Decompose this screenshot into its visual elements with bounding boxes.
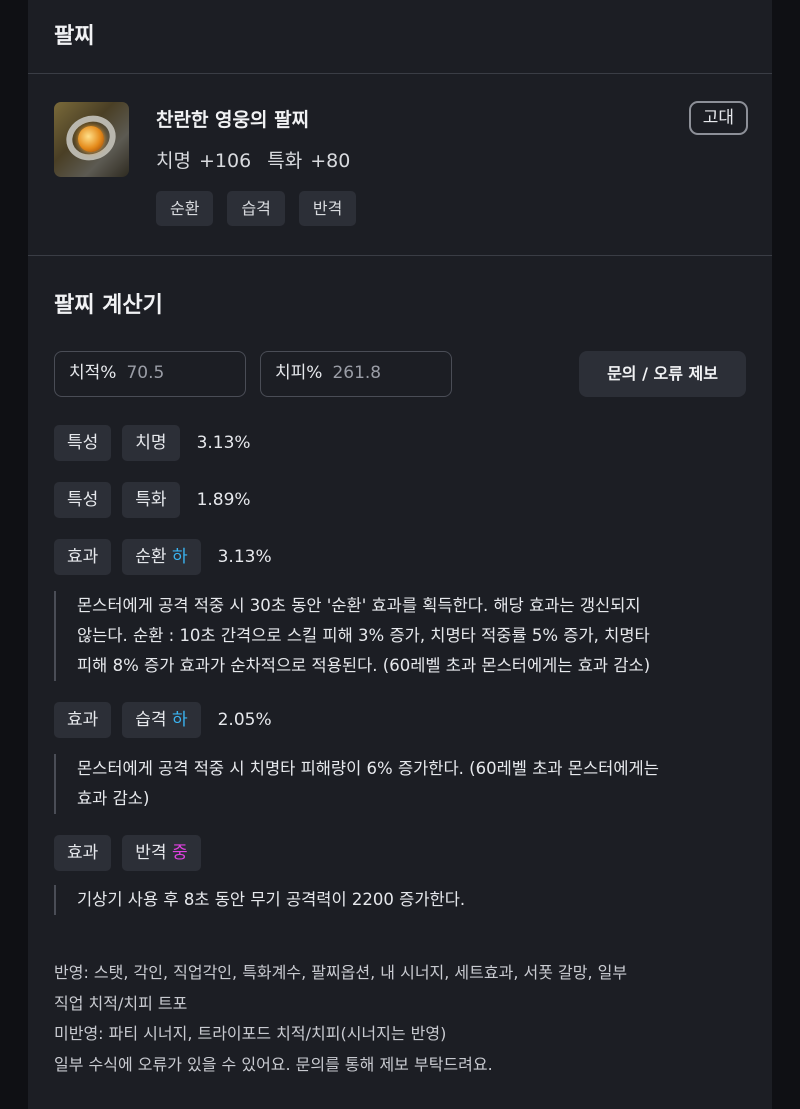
option-row: 효과 순환 하 3.13% (54, 539, 272, 575)
description-line: 몬스터에게 공격 적중 시 치명타 피해량이 6% 증가한다. (60레벨 초과… (77, 759, 659, 778)
description-line: 않는다. 순환 : 10초 간격으로 스킬 피해 3% 증가, 치명타 적중률 … (77, 626, 650, 645)
crit-rate-input[interactable]: 치적% 70.5 (54, 351, 246, 397)
tag-chip: 반격 (298, 191, 357, 226)
notes: 반영: 스탯, 각인, 직업각인, 특화계수, 팔찌옵션, 내 시너지, 세트효… (54, 958, 754, 1080)
report-button[interactable]: 문의 / 오류 제보 (579, 351, 746, 397)
option-name: 순환 (135, 547, 167, 567)
option-name: 습격 (135, 710, 167, 730)
tag-chip: 순환 (156, 191, 214, 226)
option-percent: 3.13% (217, 547, 272, 567)
option-level: 중 (171, 843, 188, 863)
option-type-chip: 효과 (54, 835, 112, 871)
option-type-chip: 효과 (54, 539, 112, 575)
bracelet-icon (54, 102, 129, 177)
option-name-chip: 특화 (122, 482, 180, 518)
bracelet-name: 찬란한 영웅의 팔찌 (156, 109, 310, 131)
option-type-chip: 특성 (54, 482, 112, 518)
description-line: 효과 감소) (77, 789, 150, 808)
description-line: 몬스터에게 공격 적중 시 30초 동안 '순환' 효과를 획득한다. 해당 효… (77, 596, 641, 615)
option-level: 하 (171, 710, 188, 730)
option-type-chip: 특성 (54, 425, 112, 461)
option-name: 반격 (135, 843, 167, 863)
calculator-title: 팔찌 계산기 (54, 293, 163, 318)
option-percent: 3.13% (196, 433, 251, 453)
tag-chip: 습격 (227, 191, 285, 226)
option-percent: 1.89% (196, 490, 251, 510)
bracelet-panel: 팔찌 찬란한 영웅의 팔찌 치명 +106 특화 +80 고대 순환 습격 반격… (28, 0, 772, 1109)
option-percent: 2.05% (217, 710, 272, 730)
crit-rate-value: 70.5 (126, 363, 165, 383)
crit-rate-label: 치적% (69, 363, 117, 383)
bracelet-stats: 치명 +106 특화 +80 (156, 150, 351, 172)
note-line: 반영: 스탯, 각인, 직업각인, 특화계수, 팔찌옵션, 내 시너지, 세트효… (54, 963, 628, 982)
section-title: 팔찌 (28, 0, 772, 74)
option-row: 효과 반격 중 (54, 835, 201, 871)
bracelet-card: 찬란한 영웅의 팔찌 치명 +106 특화 +80 고대 순환 습격 반격 (28, 74, 772, 256)
option-row: 특성 치명 3.13% (54, 425, 251, 461)
grade-badge: 고대 (688, 101, 748, 135)
crit-damage-label: 치피% (275, 363, 323, 383)
option-name-chip: 치명 (122, 425, 180, 461)
option-type-chip: 효과 (54, 702, 112, 738)
option-row: 효과 습격 하 2.05% (54, 702, 272, 738)
bracelet-tags: 순환 습격 반격 (156, 191, 357, 226)
option-description: 몬스터에게 공격 적중 시 치명타 피해량이 6% 증가한다. (60레벨 초과… (54, 754, 744, 814)
option-description: 몬스터에게 공격 적중 시 30초 동안 '순환' 효과를 획득한다. 해당 효… (54, 591, 744, 681)
option-description: 기상기 사용 후 8초 동안 무기 공격력이 2200 증가한다. (54, 885, 744, 915)
crit-damage-input[interactable]: 치피% 261.8 (260, 351, 452, 397)
option-name-chip: 반격 중 (122, 835, 201, 871)
option-name-chip: 습격 하 (122, 702, 201, 738)
option-level: 하 (171, 547, 188, 567)
option-name-chip: 순환 하 (122, 539, 201, 575)
note-line: 일부 수식에 오류가 있을 수 있어요. 문의를 통해 제보 부탁드려요. (54, 1054, 493, 1074)
note-line: 미반영: 파티 시너지, 트라이포드 치적/치피(시너지는 반영) (54, 1024, 447, 1043)
note-line: 직업 치적/치피 트포 (54, 993, 188, 1013)
crit-damage-value: 261.8 (332, 363, 382, 383)
option-row: 특성 특화 1.89% (54, 482, 251, 518)
description-line: 피해 8% 증가 효과가 순차적으로 적용된다. (60레벨 초과 몬스터에게는… (77, 656, 651, 675)
description-line: 기상기 사용 후 8초 동안 무기 공격력이 2200 증가한다. (77, 890, 466, 909)
